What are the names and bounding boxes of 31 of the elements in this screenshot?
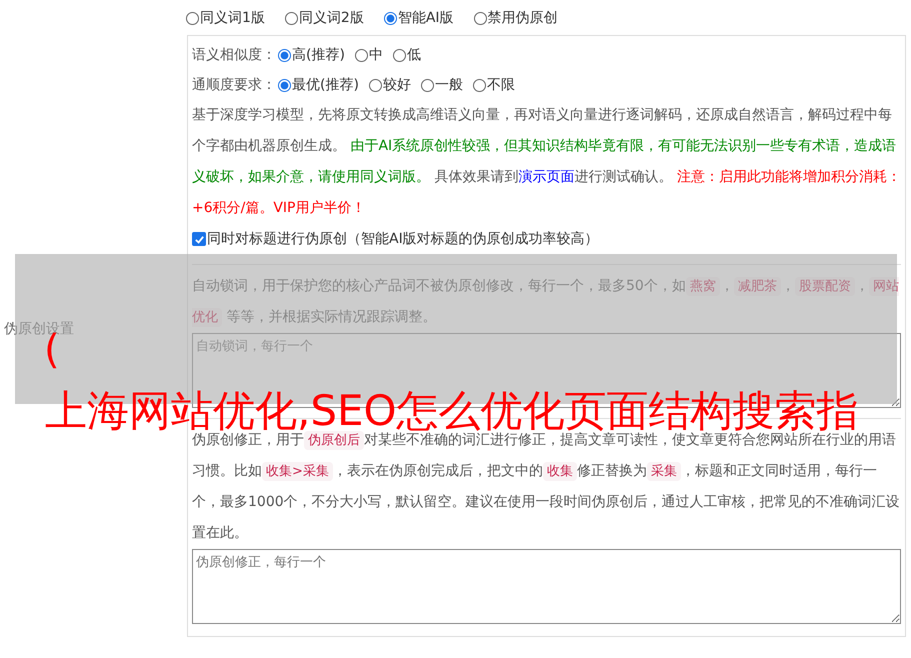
demo-page-link[interactable]: 演示页面 [518,169,574,185]
radio-button[interactable] [278,78,291,92]
option-label: 同义词2版 [298,9,364,27]
radio-button[interactable] [186,12,199,24]
radio-button[interactable] [384,12,397,24]
option-label: 中 [368,46,383,64]
option-label: 一般 [434,76,463,94]
field-description: 伪原创修正，用于 伪原创后 对某些不准确的词汇进行修正，提高文章可读性，使文章更符合您网站所在行业的用语习惯。比如 收集>采集 ，表示在伪原创完成后，把文中的 收集 修正替换为 采集 ，标题和正文同时适用，每行一个，最多1000个，不分大小写，默认留空。建议在使用一段时间伪原创后，通过人工审核，把常见的不准确词汇设置在此。 [192,431,901,543]
option-label: 低 [406,46,421,64]
radio-button[interactable] [278,48,291,62]
checkbox-label: 同时对标题进行伪原创（智能AI版对标题的伪原创成功率较高） [207,230,599,248]
ai-description: 基于深度学习模型，先将原文转换成高维语义向量，再对语义向量进行逐词解码，还原成自然语言，解码过程中每个字都由机器原创生成。 由于AI系统原创性较强，但其知识结构毕竟有限，有可能无法识别一些专有术语，造成语义破坏，如果介意，请使用同义词版。 具体效果请到演示页面进行测试确认。 注意：启用此功能将增加积分消耗：+6积分/篇。VIP用户半价！ [192,106,901,218]
option-label: 禁用伪原创 [488,9,558,27]
option-label: 不限 [486,76,515,94]
checkbox[interactable] [192,232,206,246]
radio-button[interactable] [420,78,434,92]
option-label: 语义相似度： [192,46,276,64]
option-label: 智能AI版 [398,9,454,27]
option-label: 通顺度要求： [192,76,276,94]
radio-button[interactable] [354,48,368,62]
field-description: 自动锁词，用于保护您的核心产品词不被伪原创修改，每行一个，最多50个，如 燕窝 ， 减肥茶 ， 股票配资 ， 网站优化 等等，并根据实际情况跟踪调整。 [192,276,900,329]
radio-button[interactable] [392,48,406,62]
option-label: 高(推荐) [292,46,345,64]
input-field[interactable]: 伪原创修正，每行一个 [192,549,901,624]
option-label: 最优(推荐) [292,76,359,94]
option-label: 同义词1版 [200,9,265,27]
option-label: 较好 [382,76,411,94]
radio-button[interactable] [284,12,298,24]
radio-button[interactable] [368,78,382,92]
radio-button[interactable] [472,78,486,92]
radio-button[interactable] [474,12,487,24]
